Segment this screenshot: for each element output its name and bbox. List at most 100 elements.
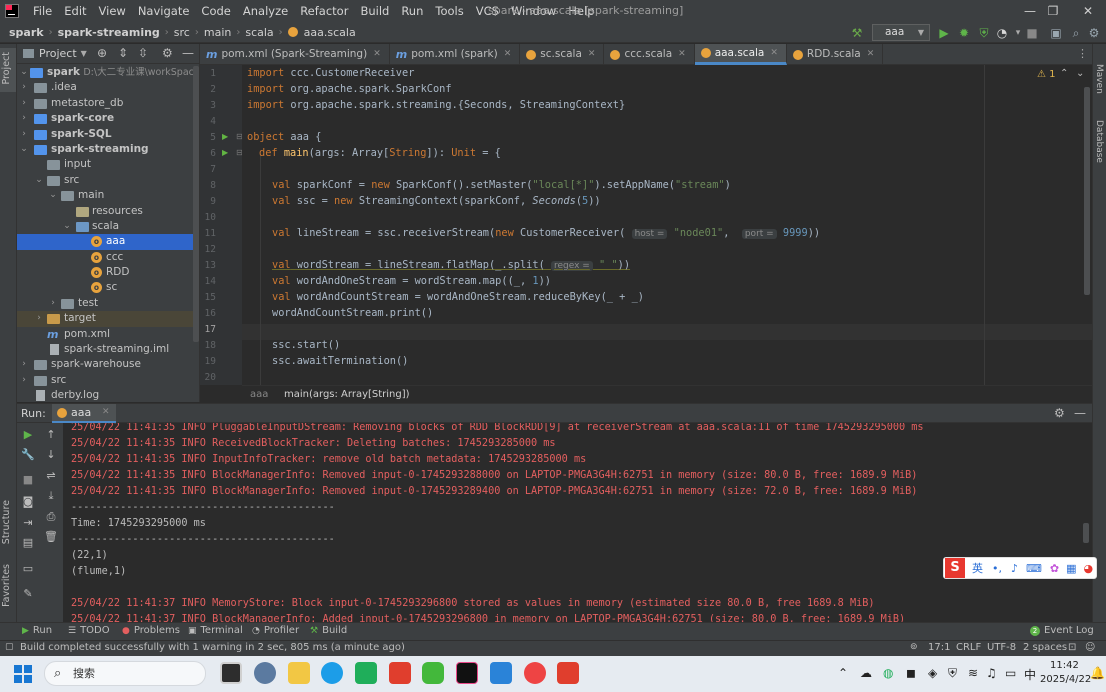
line-separator[interactable]: CRLF bbox=[956, 642, 981, 653]
trash-icon[interactable]: 🗑 bbox=[44, 530, 58, 544]
volume-icon[interactable]: ♫ bbox=[986, 666, 997, 680]
task-view-icon[interactable] bbox=[220, 662, 242, 684]
print-icon[interactable]: ⎙ bbox=[44, 510, 58, 524]
tree-node-target[interactable]: › target bbox=[17, 311, 199, 327]
project-scrollbar[interactable] bbox=[193, 66, 199, 342]
search-everywhere-icon[interactable]: ⌕ bbox=[1068, 25, 1084, 41]
tree-node-input[interactable]: input bbox=[17, 157, 199, 172]
tree-node-metastore-db[interactable]: › metastore_db bbox=[17, 96, 199, 111]
expand-all-icon[interactable]: ⇕ bbox=[118, 46, 128, 60]
tree-node-rdd[interactable]: o RDD bbox=[17, 265, 199, 280]
breadcrumb-src[interactable]: src bbox=[171, 26, 193, 39]
indent-setting[interactable]: 2 spaces bbox=[1023, 642, 1067, 653]
tree-node-spark-sql[interactable]: › spark-SQL bbox=[17, 127, 199, 142]
run-gutter-icon[interactable]: ▶ bbox=[222, 132, 228, 141]
tree-node-main[interactable]: ⌄ main bbox=[17, 188, 199, 203]
menu-edit[interactable]: Edit bbox=[58, 4, 92, 18]
editor-breadcrumb-object[interactable]: aaa bbox=[250, 389, 268, 400]
chevron-down-icon[interactable]: ⌄ bbox=[19, 142, 29, 157]
ime-mode-label[interactable]: 英 bbox=[972, 560, 983, 576]
tree-node-src-root[interactable]: › src bbox=[17, 373, 199, 388]
gear-icon[interactable]: ⚙ bbox=[1054, 406, 1065, 420]
soft-wrap-icon[interactable]: ⇌ bbox=[44, 469, 58, 483]
collapse-all-icon[interactable]: ⇳ bbox=[138, 46, 148, 60]
tree-node-spark-streaming[interactable]: ⌄ spark-streaming bbox=[17, 142, 199, 157]
skin-icon[interactable]: ✿ bbox=[1050, 562, 1059, 575]
taskbar-search-box[interactable]: ⌕ 搜索 bbox=[44, 661, 206, 686]
ime-toolbar[interactable]: S 英 •, ♪ ⌨ ✿ ▦ ◕ bbox=[943, 557, 1097, 579]
close-icon[interactable]: ✕ bbox=[102, 407, 110, 417]
close-icon[interactable]: ✕ bbox=[770, 43, 778, 64]
run-tab-aaa[interactable]: aaa ✕ bbox=[52, 404, 116, 423]
project-structure-icon[interactable]: ▣ bbox=[1048, 25, 1064, 41]
structure-tool-label[interactable]: Structure bbox=[1, 500, 12, 544]
project-tool-label[interactable]: Project bbox=[1, 52, 12, 85]
chevron-down-icon[interactable]: ⌄ bbox=[48, 188, 58, 203]
microphone-icon[interactable]: ♪ bbox=[1011, 562, 1018, 575]
menu-run[interactable]: Run bbox=[395, 4, 429, 18]
layout-icon[interactable]: ▤ bbox=[21, 536, 35, 550]
terminal-tool-button[interactable]: ▣ Terminal bbox=[188, 625, 243, 636]
rerun-icon[interactable]: ▶ bbox=[21, 428, 35, 442]
chevron-right-icon[interactable]: › bbox=[19, 373, 29, 388]
tree-node-aaa[interactable]: o aaa bbox=[17, 234, 199, 250]
chevron-right-icon[interactable]: › bbox=[34, 311, 44, 326]
tab-pom-spark-streaming[interactable]: m pom.xml (Spark-Streaming) ✕ bbox=[200, 44, 390, 65]
file-explorer-icon[interactable] bbox=[288, 662, 310, 684]
scroll-to-end-icon[interactable]: ⤓ bbox=[44, 489, 58, 503]
run-tool-button[interactable]: ▶ Run bbox=[22, 625, 52, 636]
clock-date[interactable]: 2025/4/22 bbox=[1040, 674, 1091, 685]
database-tool-label[interactable]: Database bbox=[1094, 120, 1104, 163]
defender-tray-icon[interactable]: ⛨ bbox=[948, 666, 957, 681]
profiler-tool-button[interactable]: ◔ Profiler bbox=[252, 625, 299, 636]
tree-node-test[interactable]: › test bbox=[17, 296, 199, 311]
tray-app-icon[interactable]: ◈ bbox=[928, 666, 937, 680]
problems-tool-button[interactable]: ● Problems bbox=[122, 625, 180, 636]
chevron-down-icon[interactable]: ⌄ bbox=[62, 219, 72, 234]
git-icon[interactable]: ⊚ bbox=[910, 642, 918, 652]
wrench-icon[interactable]: 🔧 bbox=[21, 448, 35, 462]
emoji-icon[interactable]: ◕ bbox=[1084, 562, 1094, 575]
tree-node-spark-core[interactable]: › spark-core bbox=[17, 111, 199, 126]
breadcrumb-module[interactable]: spark-streaming bbox=[55, 26, 163, 39]
keyboard-icon[interactable]: ⌨ bbox=[1026, 562, 1042, 575]
breadcrumb-scala[interactable]: scala bbox=[242, 26, 276, 39]
chevron-right-icon[interactable]: › bbox=[19, 357, 29, 372]
event-log-button[interactable]: 2 Event Log bbox=[1030, 625, 1094, 636]
intellij-idea-icon[interactable] bbox=[456, 662, 478, 684]
menu-refactor[interactable]: Refactor bbox=[294, 4, 354, 18]
tree-node-ccc[interactable]: o ccc bbox=[17, 250, 199, 265]
menu-file[interactable]: File bbox=[27, 4, 58, 18]
chevron-right-icon[interactable]: › bbox=[19, 127, 29, 142]
edge-browser-icon[interactable] bbox=[321, 662, 343, 684]
tab-ccc-scala[interactable]: ccc.scala ✕ bbox=[604, 44, 695, 65]
editor-scrollbar[interactable] bbox=[1084, 87, 1090, 295]
tree-node-spark[interactable]: ⌄ spark D:\大二专业课\workSpace\wor bbox=[17, 65, 199, 80]
locate-icon[interactable]: ⊕ bbox=[97, 46, 107, 60]
scroll-down-icon[interactable]: ↓ bbox=[44, 448, 58, 462]
debug-icon[interactable]: ✹ bbox=[956, 25, 972, 41]
wechat-tray-icon[interactable]: ◍ bbox=[883, 666, 893, 680]
tree-node-src[interactable]: ⌄ src bbox=[17, 173, 199, 188]
tree-node-pom-xml[interactable]: m pom.xml bbox=[17, 327, 199, 342]
run-gutter-icon[interactable]: ▶ bbox=[222, 148, 228, 157]
virtualbox-icon[interactable] bbox=[490, 662, 512, 684]
close-icon[interactable]: ✕ bbox=[504, 44, 512, 65]
chevron-down-icon[interactable]: ▼ bbox=[81, 49, 87, 58]
tree-node-scala[interactable]: ⌄ scala bbox=[17, 219, 199, 234]
close-icon[interactable]: ✕ bbox=[588, 44, 596, 65]
menu-navigate[interactable]: Navigate bbox=[132, 4, 196, 18]
wps-writer-icon[interactable] bbox=[557, 662, 579, 684]
wechat-icon[interactable] bbox=[422, 662, 444, 684]
settings-app-icon[interactable] bbox=[254, 662, 276, 684]
tab-aaa-scala[interactable]: aaa.scala ✕ bbox=[694, 43, 787, 65]
chevron-down-icon[interactable]: ⌄ bbox=[19, 65, 29, 80]
menu-analyze[interactable]: Analyze bbox=[237, 4, 294, 18]
chevron-right-icon[interactable]: › bbox=[48, 296, 58, 311]
file-encoding[interactable]: UTF-8 bbox=[987, 642, 1016, 653]
tree-node-idea[interactable]: › .idea bbox=[17, 80, 199, 95]
project-view-select[interactable]: Project bbox=[39, 47, 77, 60]
status-toggle-icon[interactable]: ▢ bbox=[5, 642, 14, 652]
toolbox-icon[interactable]: ▦ bbox=[1066, 562, 1076, 575]
ime-tray-icon[interactable]: 中 bbox=[1024, 666, 1036, 683]
